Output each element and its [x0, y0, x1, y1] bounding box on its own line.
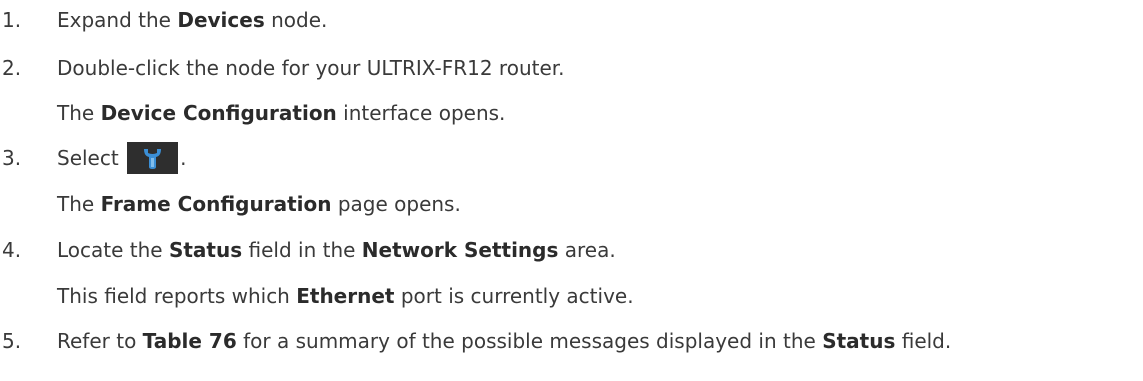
step-text-run: page opens.: [331, 192, 461, 216]
step-text-run: field.: [895, 329, 952, 353]
step-text: This field reports which Ethernet port i…: [57, 280, 634, 312]
step-number: 1.: [2, 8, 22, 32]
ui-term: Status: [822, 329, 896, 353]
step-text: The Device Configuration interface opens…: [57, 97, 505, 129]
step-text-run: The: [57, 101, 101, 125]
step-text-run: Double-click the node for your ULTRIX-FR…: [57, 56, 565, 80]
step-text: Double-click the node for your ULTRIX-FR…: [57, 52, 565, 84]
step-text-run: interface opens.: [336, 101, 506, 125]
step-text: Refer to Table 76 for a summary of the p…: [57, 325, 951, 357]
step-number: 2.: [2, 56, 22, 80]
wrench-config-icon: [127, 141, 179, 174]
step-text-run: Expand the: [57, 8, 178, 32]
step-number: 5.: [2, 329, 22, 353]
ui-term: Frame Configuration: [100, 192, 332, 216]
step-text-run: This field reports which: [57, 284, 297, 308]
step-number: 4.: [2, 238, 22, 262]
step-text-run: Locate the: [57, 238, 169, 262]
step-text-run: The: [57, 192, 101, 216]
step-number: 3.: [2, 146, 22, 170]
ui-term: Table 76: [142, 329, 237, 353]
step-text-run: field in the: [242, 238, 362, 262]
ui-term: Status: [168, 238, 243, 262]
step-text-run: for a summary of the possible messages d…: [236, 329, 823, 353]
ui-term: Devices: [177, 8, 265, 32]
step-text-run: node.: [264, 8, 328, 32]
step-text-run: area.: [558, 238, 616, 262]
step-text: The Frame Configuration page opens.: [57, 188, 461, 220]
step-text-run: Refer to: [57, 329, 143, 353]
step-text-run: Select: [57, 146, 126, 170]
ui-term: Ethernet: [296, 284, 395, 308]
ui-term: Network Settings: [361, 238, 559, 262]
step-text-run: .: [180, 146, 187, 170]
step-text: Locate the Status field in the Network S…: [57, 234, 616, 266]
step-text-run: port is currently active.: [394, 284, 634, 308]
step-text: Select .: [57, 141, 187, 176]
ui-term: Device Configuration: [100, 101, 337, 125]
step-text: Expand the Devices node.: [57, 4, 327, 36]
